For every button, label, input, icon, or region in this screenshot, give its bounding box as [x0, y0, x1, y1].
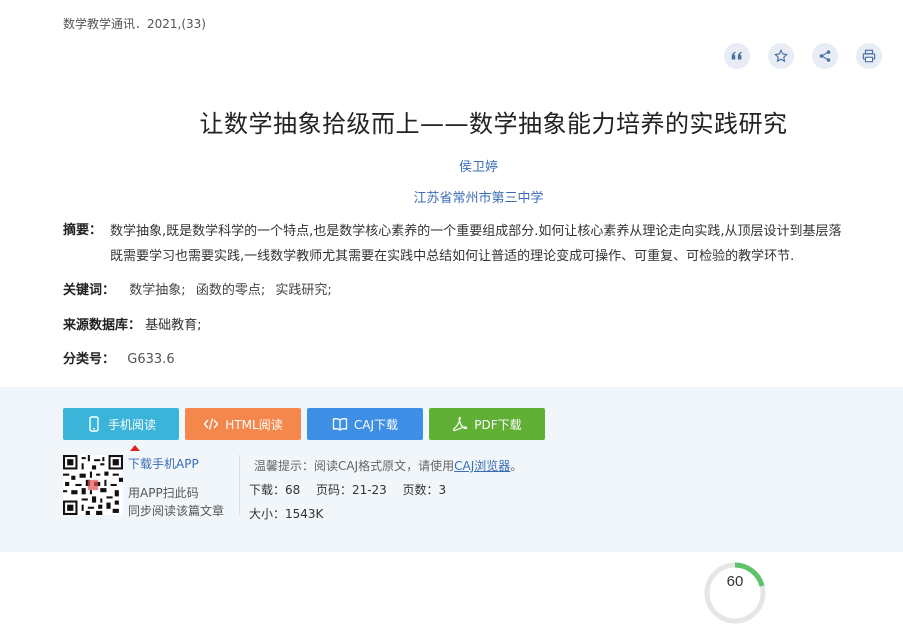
code-icon — [203, 418, 219, 430]
keyword-link[interactable]: 数学抽象; — [129, 283, 185, 298]
caj-download-button[interactable]: CAJ下载 — [307, 408, 423, 440]
score-gauge: 60 — [704, 562, 766, 624]
mobile-read-label: 手机阅读 — [107, 417, 156, 432]
keyword-link[interactable]: 实践研究; — [275, 283, 331, 298]
html-read-button[interactable]: HTML阅读 — [185, 408, 301, 440]
page-count: 页数：3 — [402, 483, 447, 497]
author-link[interactable]: 侯卫婷 — [0, 156, 903, 175]
star-icon[interactable] — [768, 43, 794, 69]
mobile-read-button[interactable]: 手机阅读 — [63, 408, 179, 440]
page-range: 页码：21-23 — [315, 483, 387, 497]
app-scan-text: 用APP扫此码 — [128, 486, 199, 500]
abstract-label: 摘要： — [63, 223, 103, 238]
organization-link[interactable]: 江苏省常州市第三中学 — [0, 187, 903, 206]
database-value: 基础教育; — [145, 318, 202, 333]
abstract-line-2: 既需要学习也需要实践,一线数学教师尤其需要在实践中总结如何让普适的理论变成可操作… — [110, 249, 795, 264]
tip-prefix: 温馨提示：阅读CAJ格式原文，请使用 — [254, 459, 455, 473]
pdf-icon — [453, 416, 468, 432]
abstract-line-1: 数学抽象,既是数学科学的一个特点,也是数学核心素养的一个重要组成部分.如何让核心… — [110, 224, 842, 239]
class-label: 分类号： — [63, 352, 116, 367]
stats-row: 下载：68 页码：21-23 页数：3 — [249, 481, 446, 498]
keywords-row: 关键词： 数学抽象; 函数的零点; 实践研究; — [63, 279, 338, 298]
pdf-download-button[interactable]: PDF下载 — [429, 408, 545, 440]
tip-suffix: 。 — [510, 459, 523, 473]
journal-source[interactable]: 数学教学通讯．2021,(33) — [63, 15, 206, 32]
caj-browser-link[interactable]: CAJ浏览器 — [454, 459, 510, 473]
file-size: 大小：1543K — [249, 507, 324, 521]
class-value: G633.6 — [127, 352, 175, 367]
quote-icon[interactable] — [724, 43, 750, 69]
app-sync-text: 同步阅读该篇文章 — [128, 504, 225, 518]
keywords-label: 关键词： — [63, 283, 116, 298]
print-icon[interactable] — [856, 43, 882, 69]
download-count: 下载：68 — [249, 483, 301, 497]
article-toolbar — [724, 43, 882, 69]
article-title: 让数学抽象拾级而上——数学抽象能力培养的实践研究 — [199, 110, 788, 138]
divider — [239, 455, 240, 515]
caj-download-label: CAJ下载 — [353, 417, 399, 432]
pdf-download-label: PDF下载 — [474, 417, 522, 432]
class-row: 分类号： G633.6 — [63, 348, 175, 367]
html-read-label: HTML阅读 — [225, 417, 283, 432]
abstract-text: 数学抽象,既是数学科学的一个特点,也是数学核心素养的一个重要组成部分.如何让核心… — [110, 219, 903, 269]
caj-tip: 温馨提示：阅读CAJ格式原文，请使用CAJ浏览器。 — [254, 457, 522, 474]
download-app-link[interactable]: 下载手机APP — [128, 455, 199, 472]
caret-up-icon — [130, 445, 140, 451]
database-row: 来源数据库： 基础教育; — [63, 314, 202, 333]
book-icon — [332, 418, 348, 431]
keyword-link[interactable]: 函数的零点; — [196, 283, 265, 298]
gauge-value: 60 — [727, 573, 744, 590]
qr-code — [63, 455, 123, 515]
share-icon[interactable] — [812, 43, 838, 69]
phone-icon — [89, 416, 99, 432]
database-label: 来源数据库： — [63, 318, 142, 333]
